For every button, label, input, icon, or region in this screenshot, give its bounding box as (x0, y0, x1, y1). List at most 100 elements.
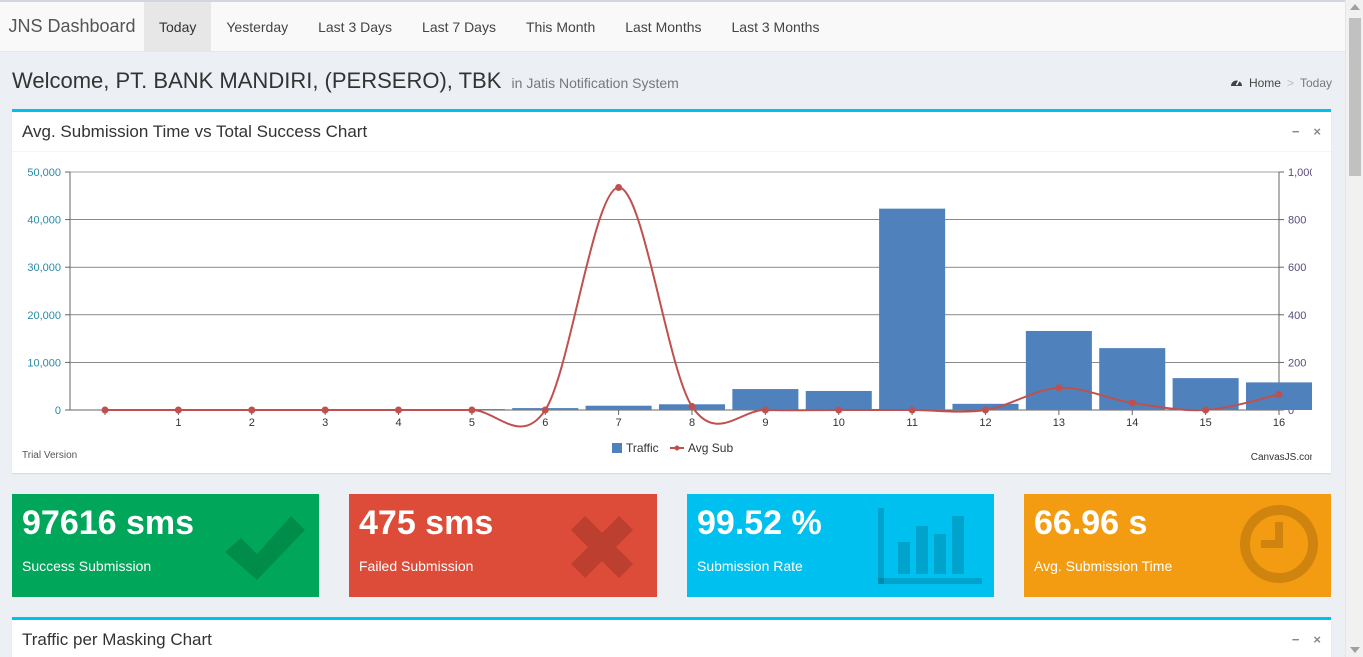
page-subtitle: in Jatis Notification System (511, 75, 679, 91)
breadcrumb-home[interactable]: Home (1249, 76, 1281, 90)
x-tick-label: 11 (906, 417, 917, 429)
submission-rate-label: Submission Rate (697, 558, 803, 574)
x-tick-label: 5 (469, 417, 475, 429)
success-label: Success Submission (22, 558, 152, 574)
submission-rate-box: 99.52 % Submission Rate (687, 494, 994, 597)
x-tick-label: 16 (1273, 417, 1285, 429)
breadcrumb-separator: > (1286, 76, 1294, 90)
avg-sub-point (982, 406, 989, 414)
x-tick-label: 7 (616, 417, 622, 429)
failed-label: Failed Submission (359, 558, 474, 574)
avg-sub-point (541, 406, 549, 414)
box-title: Avg. Submission Time vs Total Success Ch… (22, 121, 368, 141)
page-title: Welcome, PT. BANK MANDIRI, (PERSERO), TB… (12, 68, 679, 94)
masking-chart-box: Traffic per Masking Chart − × (12, 617, 1331, 657)
avg-sub-point (395, 406, 402, 414)
box-tools: − × (1292, 124, 1321, 139)
collapse-button[interactable]: − (1292, 124, 1300, 139)
x-tick-label: 15 (1200, 417, 1212, 429)
content-header: Welcome, PT. BANK MANDIRI, (PERSERO), TB… (12, 66, 1332, 102)
y-right-tick-label: 200 (1288, 357, 1306, 369)
tab-last-months[interactable]: Last Months (610, 2, 716, 51)
avg-sub-point (761, 406, 769, 414)
success-submission-box: 97616 sms Success Submission (12, 494, 319, 597)
close-button[interactable]: × (1313, 124, 1321, 139)
x-tick-label: 14 (1126, 417, 1138, 429)
tab-today[interactable]: Today (144, 2, 212, 51)
legend-avg-sub-marker (674, 445, 680, 451)
y-right-tick-label: 800 (1288, 215, 1306, 227)
y-left-tick-label: 40,000 (27, 215, 61, 227)
bar-traffic (879, 208, 946, 410)
scroll-down-arrow[interactable] (1350, 647, 1360, 653)
legend-avg-sub-label: Avg Sub (688, 441, 733, 455)
avg-sub-point (174, 406, 182, 414)
x-tick-label: 9 (762, 417, 768, 429)
avg-sub-point (1275, 391, 1283, 399)
breadcrumb: Home > Today (1230, 76, 1332, 90)
dashboard-icon (1230, 76, 1243, 90)
times-icon (557, 502, 647, 597)
avg-sub-point (248, 406, 256, 414)
x-tick-label: 12 (979, 417, 991, 429)
brand-logo[interactable]: JNS Dashboard (0, 2, 144, 51)
legend-traffic-swatch (612, 443, 622, 453)
submission-chart-box: Avg. Submission Time vs Total Success Ch… (12, 109, 1331, 473)
scrollbar-thumb[interactable] (1349, 18, 1361, 176)
clock-icon (1237, 502, 1321, 591)
bar-traffic (1172, 378, 1239, 410)
y-right-tick-label: 400 (1288, 310, 1306, 322)
check-icon (219, 502, 309, 597)
close-button[interactable]: × (1313, 632, 1321, 647)
x-tick-label: 10 (833, 417, 845, 429)
x-tick-label: 8 (689, 417, 695, 429)
avg-submission-time-box: 66.96 s Avg. Submission Time (1024, 494, 1331, 597)
collapse-button[interactable]: − (1292, 632, 1300, 647)
tab-yesterday[interactable]: Yesterday (211, 2, 303, 51)
avg-sub-point (1202, 406, 1210, 414)
tab-this-month[interactable]: This Month (511, 2, 610, 51)
tab-last-3-months[interactable]: Last 3 Months (717, 2, 835, 51)
y-right-tick-label: 1,000 (1288, 167, 1312, 179)
avg-sub-point (1128, 399, 1136, 407)
combo-chart: 0 010,000 20020,000 40030,000 60040,000 80050… (22, 167, 1312, 463)
avg-time-label: Avg. Submission Time (1034, 558, 1173, 574)
trial-version-text: Trial Version (22, 450, 77, 461)
bar-traffic (1025, 330, 1092, 410)
y-left-tick-label: 10,000 (27, 357, 61, 369)
y-left-tick-label: 20,000 (27, 310, 61, 322)
canvasjs-credit: CanvasJS.com (1251, 452, 1312, 463)
avg-sub-point (321, 406, 329, 414)
avg-sub-point (101, 406, 109, 414)
bar-chart-icon (878, 502, 984, 591)
scroll-up-arrow[interactable] (1350, 4, 1360, 10)
x-tick-label: 3 (322, 417, 328, 429)
avg-sub-point (1055, 384, 1063, 392)
failed-count: 475 sms (359, 504, 494, 542)
x-tick-label: 2 (249, 417, 255, 429)
chart-area: 0 0 10,000 200 20,000 400 30,000 600 40,000 800 50… (12, 152, 1312, 472)
top-navbar: JNS Dashboard Today Yesterday Last 3 Day… (0, 0, 1345, 52)
tab-last-7-days[interactable]: Last 7 Days (407, 2, 511, 51)
avg-sub-point (908, 406, 916, 414)
legend-traffic-label: Traffic (626, 441, 659, 455)
avg-sub-point (615, 183, 623, 191)
y-left-tick-label: 0 (55, 405, 61, 417)
y-right-tick-label: 600 (1288, 262, 1306, 274)
y-left-tick-label: 30,000 (27, 262, 61, 274)
x-tick-label: 4 (395, 417, 401, 429)
avg-sub-point (835, 406, 843, 414)
box-title: Traffic per Masking Chart (22, 629, 212, 649)
failed-submission-box: 475 sms Failed Submission (349, 494, 657, 597)
vertical-scrollbar[interactable] (1345, 0, 1363, 657)
x-tick-label: 1 (175, 417, 181, 429)
success-count: 97616 sms (22, 504, 195, 542)
box-header: Avg. Submission Time vs Total Success Ch… (12, 112, 1331, 152)
breadcrumb-current: Today (1299, 76, 1332, 90)
x-tick-label: 6 (542, 417, 548, 429)
box-header: Traffic per Masking Chart − × (12, 620, 1331, 657)
x-tick-label: 13 (1053, 417, 1065, 429)
avg-time-value: 66.96 s (1034, 504, 1148, 542)
tab-last-3-days[interactable]: Last 3 Days (303, 2, 407, 51)
submission-rate-value: 99.52 % (697, 504, 822, 542)
